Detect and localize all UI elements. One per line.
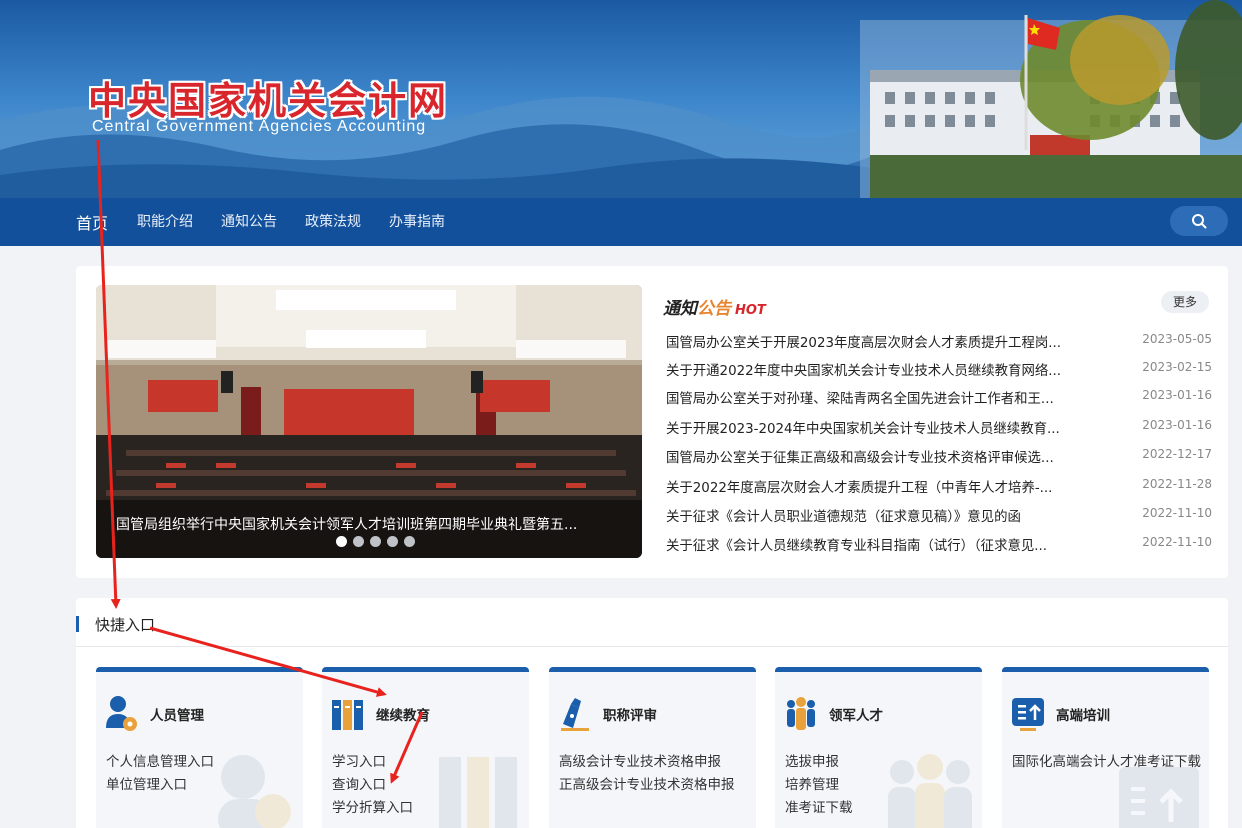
notices-heading: 通知公告 HOT bbox=[663, 294, 766, 319]
nav-item-policies[interactable]: 政策法规 bbox=[305, 211, 361, 231]
news-item[interactable]: 关于开通2022年度中央国家机关会计专业技术人员继续教育网络... 2023-0… bbox=[666, 359, 1212, 379]
header-banner: 中央国家机关会计网 Central Government Agencies Ac… bbox=[0, 0, 1242, 198]
news-date: 2023-05-05 bbox=[1142, 332, 1212, 346]
search-button[interactable] bbox=[1170, 206, 1228, 236]
person-gear-icon bbox=[106, 696, 137, 731]
news-item[interactable]: 国管局办公室关于对孙瑾、梁陆青两名全国先进会计工作者和王... 2023-01-… bbox=[666, 387, 1212, 407]
books-icon bbox=[332, 700, 363, 730]
news-date: 2022-12-17 bbox=[1142, 447, 1212, 461]
slider-dots bbox=[336, 536, 415, 547]
site-logo-en: Central Government Agencies Accounting bbox=[92, 118, 427, 135]
list-upload-icon bbox=[1012, 698, 1044, 731]
main-nav: 首页 职能介绍 通知公告 政策法规 办事指南 bbox=[0, 198, 1242, 246]
card-link[interactable]: 高级会计专业技术资格申报 bbox=[559, 750, 721, 770]
news-item[interactable]: 关于开展2023-2024年中央国家机关会计专业技术人员继续教育... 2023… bbox=[666, 417, 1212, 437]
slider-dot-4[interactable] bbox=[387, 536, 398, 547]
news-title[interactable]: 国管局办公室关于开展2023年度高层次财会人才素质提升工程岗... bbox=[666, 331, 1066, 351]
hot-badge: HOT bbox=[735, 303, 766, 318]
books-bg-icon bbox=[439, 757, 517, 828]
slide-caption[interactable]: 国管局组织举行中央国家机关会计领军人才培训班第四期毕业典礼暨第五... bbox=[116, 514, 577, 534]
news-date: 2022-11-10 bbox=[1142, 506, 1212, 520]
card-link[interactable]: 单位管理入口 bbox=[106, 773, 187, 793]
pen-icon bbox=[561, 698, 589, 731]
quick-card-education: 继续教育 学习入口 查询入口 学分折算入口 bbox=[322, 667, 529, 828]
card-link[interactable]: 准考证下载 bbox=[785, 796, 853, 816]
nav-item-functions[interactable]: 职能介绍 bbox=[137, 211, 193, 231]
notices-heading-part2: 公告 bbox=[697, 299, 731, 319]
card-link[interactable]: 个人信息管理入口 bbox=[106, 750, 214, 770]
news-item[interactable]: 关于征求《会计人员职业道德规范（征求意见稿）》意见的函 2022-11-10 bbox=[666, 505, 1212, 525]
slider-dot-3[interactable] bbox=[370, 536, 381, 547]
news-date: 2023-01-16 bbox=[1142, 418, 1212, 432]
site-logo-cn[interactable]: 中央国家机关会计网 bbox=[88, 70, 448, 125]
card-link[interactable]: 选拔申报 bbox=[785, 750, 839, 770]
quick-card-title-review: 职称评审 高级会计专业技术资格申报 正高级会计专业技术资格申报 bbox=[549, 667, 756, 828]
card-link[interactable]: 查询入口 bbox=[332, 773, 386, 793]
news-title[interactable]: 关于开通2022年度中央国家机关会计专业技术人员继续教育网络... bbox=[666, 359, 1066, 379]
card-link[interactable]: 正高级会计专业技术资格申报 bbox=[559, 773, 735, 793]
slider-dot-2[interactable] bbox=[353, 536, 364, 547]
divider bbox=[76, 646, 1228, 647]
news-title[interactable]: 关于2022年度高层次财会人才素质提升工程（中青年人才培养-... bbox=[666, 476, 1066, 496]
slider-dot-5[interactable] bbox=[404, 536, 415, 547]
card-link[interactable]: 学习入口 bbox=[332, 750, 386, 770]
nav-item-notices[interactable]: 通知公告 bbox=[221, 211, 277, 231]
news-item[interactable]: 国管局办公室关于征集正高级和高级会计专业技术资格评审候选... 2022-12-… bbox=[666, 446, 1212, 466]
search-icon bbox=[1192, 214, 1207, 229]
card-link[interactable]: 国际化高端会计人才准考证下载 bbox=[1012, 750, 1201, 770]
news-date: 2023-01-16 bbox=[1142, 388, 1212, 402]
news-date: 2022-11-28 bbox=[1142, 477, 1212, 491]
card-link[interactable]: 培养管理 bbox=[785, 773, 839, 793]
news-title[interactable]: 关于征求《会计人员继续教育专业科目指南（试行）（征求意见... bbox=[666, 534, 1066, 554]
card-title: 高端培训 bbox=[1056, 708, 1110, 724]
card-title: 领军人才 bbox=[829, 708, 883, 724]
card-title: 人员管理 bbox=[150, 708, 204, 724]
section-marker bbox=[76, 616, 79, 632]
news-date: 2022-11-10 bbox=[1142, 535, 1212, 549]
card-link[interactable]: 学分折算入口 bbox=[332, 796, 413, 816]
news-title[interactable]: 关于征求《会计人员职业道德规范（征求意见稿）》意见的函 bbox=[666, 505, 1066, 525]
nav-item-guide[interactable]: 办事指南 bbox=[389, 211, 445, 231]
news-item[interactable]: 关于征求《会计人员继续教育专业科目指南（试行）（征求意见... 2022-11-… bbox=[666, 534, 1212, 554]
notices-heading-part1: 通知 bbox=[663, 299, 697, 319]
more-button[interactable]: 更多 bbox=[1161, 291, 1209, 313]
slider-dot-1[interactable] bbox=[336, 536, 347, 547]
quick-card-personnel: 人员管理 个人信息管理入口 单位管理入口 bbox=[96, 667, 303, 828]
quick-card-advanced-training: 高端培训 国际化高端会计人才准考证下载 bbox=[1002, 667, 1209, 828]
news-item[interactable]: 国管局办公室关于开展2023年度高层次财会人才素质提升工程岗... 2023-0… bbox=[666, 331, 1212, 351]
news-item[interactable]: 关于2022年度高层次财会人才素质提升工程（中青年人才培养-... 2022-1… bbox=[666, 476, 1212, 496]
news-panel: 国管局组织举行中央国家机关会计领军人才培训班第四期毕业典礼暨第五... 通知公告… bbox=[76, 266, 1228, 578]
people-group-icon bbox=[787, 697, 815, 730]
news-title[interactable]: 国管局办公室关于对孙瑾、梁陆青两名全国先进会计工作者和王... bbox=[666, 387, 1066, 407]
image-slider[interactable]: 国管局组织举行中央国家机关会计领军人才培训班第四期毕业典礼暨第五... bbox=[96, 285, 642, 558]
card-title: 继续教育 bbox=[376, 708, 430, 724]
card-title: 职称评审 bbox=[603, 708, 657, 724]
news-title[interactable]: 国管局办公室关于征集正高级和高级会计专业技术资格评审候选... bbox=[666, 446, 1066, 466]
people-bg-icon bbox=[888, 754, 972, 828]
news-title[interactable]: 关于开展2023-2024年中央国家机关会计专业技术人员继续教育... bbox=[666, 417, 1066, 437]
nav-item-home[interactable]: 首页 bbox=[76, 210, 108, 234]
quick-card-leading-talent: 领军人才 选拔申报 培养管理 准考证下载 bbox=[775, 667, 982, 828]
quick-entry-title: 快捷入口 bbox=[95, 616, 156, 634]
news-date: 2023-02-15 bbox=[1142, 360, 1212, 374]
